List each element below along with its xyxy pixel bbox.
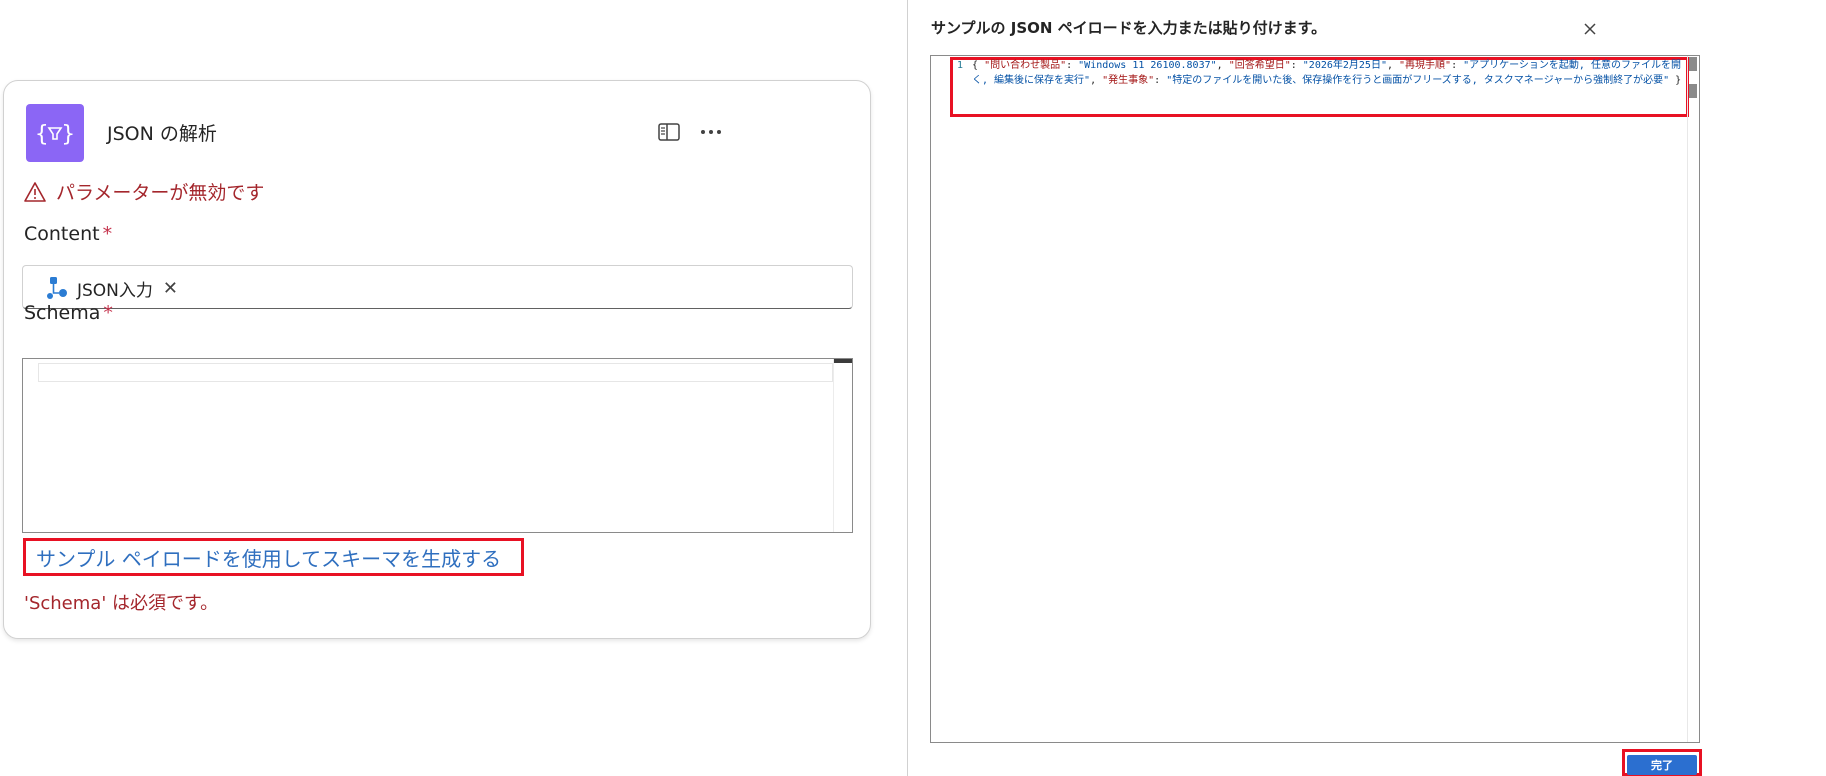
- content-token: JSON入力 ✕: [45, 274, 178, 302]
- flow-trigger-icon: [47, 277, 67, 299]
- close-dialog-button[interactable]: [1579, 18, 1601, 40]
- code-value: "特定のファイルを開いた後、保存操作を行うと画面がフリーズする, タスクマネージ…: [1166, 75, 1670, 86]
- schema-editor-scrollbar[interactable]: [833, 359, 852, 532]
- generate-schema-from-sample-link[interactable]: サンプル ペイロードを使用してスキーマを生成する: [23, 538, 524, 576]
- scrollbar-thumb[interactable]: [834, 359, 852, 363]
- parse-json-action-icon: { }: [26, 104, 84, 162]
- schema-required-error: 'Schema' は必須です。: [24, 593, 219, 614]
- close-icon: [1584, 23, 1596, 35]
- dialog-title: サンプルの JSON ペイロードを入力または貼り付けます。: [931, 19, 1327, 37]
- line-number: 1: [957, 60, 964, 71]
- schema-label-text: Schema: [24, 302, 101, 324]
- sample-payload-editor[interactable]: 1 { "問い合わせ製品": "Windows 11 26100.8037", …: [930, 55, 1700, 743]
- card-title: JSON の解析: [107, 123, 217, 145]
- parse-json-action-card: { } JSON の解析 パラメーターが無効です Content * JSON入…: [3, 80, 871, 639]
- code-brace: }: [1675, 75, 1682, 86]
- code-key: "回答希望日": [1228, 60, 1291, 71]
- sample-payload-dialog: サンプルの JSON ペイロードを入力または貼り付けます。 1 { "問い合わせ…: [907, 0, 1727, 776]
- required-asterisk: *: [103, 302, 113, 324]
- code-value: "Windows 11 26100.8037": [1078, 60, 1217, 71]
- scrollbar-marker: [1689, 57, 1697, 71]
- schema-label: Schema *: [24, 302, 113, 324]
- code-key: "発生事象": [1102, 75, 1155, 86]
- warning-text: パラメーターが無効です: [56, 182, 265, 204]
- schema-editor[interactable]: [22, 358, 853, 533]
- content-label: Content *: [24, 223, 112, 245]
- warning-icon: [24, 181, 46, 202]
- done-button-highlight: 完了: [1622, 749, 1702, 776]
- content-label-text: Content: [24, 223, 100, 245]
- panel-icon: [658, 123, 680, 141]
- required-asterisk: *: [102, 223, 113, 245]
- editor-scrollbar[interactable]: [1687, 56, 1699, 742]
- svg-text:{ }: { }: [35, 122, 75, 147]
- code-key: "再現手順": [1399, 60, 1452, 71]
- done-button[interactable]: 完了: [1627, 755, 1697, 775]
- code-key: "問い合わせ製品": [984, 60, 1067, 71]
- content-token-label: JSON入力: [77, 280, 153, 301]
- more-options-button[interactable]: [696, 117, 726, 147]
- content-input[interactable]: JSON入力 ✕: [22, 265, 853, 309]
- schema-editor-current-line: [38, 363, 833, 382]
- side-panel-toggle-button[interactable]: [654, 117, 684, 147]
- code-brace: {: [972, 60, 979, 71]
- payload-code[interactable]: { "問い合わせ製品": "Windows 11 26100.8037", "回…: [972, 58, 1686, 88]
- scrollbar-marker: [1689, 84, 1697, 98]
- invalid-parameters-warning: パラメーターが無効です: [24, 178, 264, 205]
- ellipsis-icon: [701, 130, 721, 134]
- code-value: "2026年2月25日": [1302, 60, 1387, 71]
- remove-token-icon[interactable]: ✕: [163, 278, 178, 299]
